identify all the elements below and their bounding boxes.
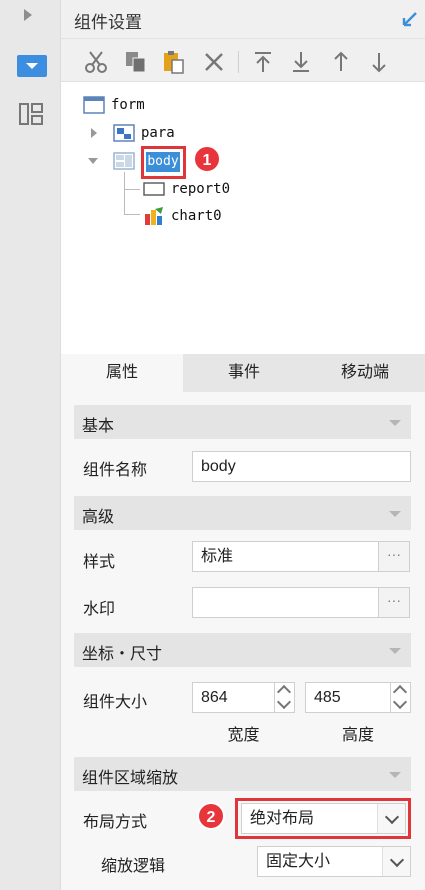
width-stepper[interactable] <box>275 682 295 713</box>
watermark-label: 水印 <box>83 601 116 618</box>
section-title: 组件区域缩放 <box>82 770 179 787</box>
tree-node-label: para <box>141 125 175 141</box>
collapse-caret-icon[interactable] <box>88 158 98 164</box>
left-rail <box>0 0 61 890</box>
style-label: 样式 <box>83 554 116 571</box>
layout-icon[interactable] <box>19 102 43 126</box>
delete-icon[interactable] <box>201 49 227 75</box>
tree-node-chart0[interactable]: chart0 <box>143 205 273 227</box>
component-name-label: 组件名称 <box>83 462 148 479</box>
component-settings-panel: 组件设置 form para body 1 report0 chart0 属性 … <box>61 0 425 890</box>
tab-events[interactable]: 事件 <box>183 354 305 392</box>
tab-mobile[interactable]: 移动端 <box>305 354 425 392</box>
layout-mode-label: 布局方式 <box>83 814 148 831</box>
callout-badge-1: 1 <box>193 145 221 173</box>
move-top-icon[interactable] <box>250 49 276 75</box>
tree-node-para[interactable]: para <box>113 122 213 144</box>
move-up-icon[interactable] <box>328 49 354 75</box>
tree-node-body[interactable]: body <box>146 152 180 172</box>
body-layout-icon <box>113 152 135 170</box>
style-input[interactable]: 标准 <box>192 541 379 572</box>
style-more-button[interactable]: ··· <box>379 541 410 572</box>
section-zoom[interactable]: 组件区域缩放 <box>74 757 411 791</box>
cut-icon[interactable] <box>83 49 109 75</box>
property-tabs: 属性 事件 移动端 <box>61 354 425 392</box>
component-name-input[interactable]: body <box>192 451 411 482</box>
component-settings-icon[interactable] <box>17 55 47 77</box>
tree-node-report0[interactable]: report0 <box>143 178 273 200</box>
chevron-down-icon[interactable] <box>377 804 405 833</box>
watermark-more-button[interactable]: ··· <box>379 587 410 618</box>
width-caption: 宽度 <box>227 727 260 744</box>
scale-logic-select[interactable]: 固定大小 <box>257 846 411 877</box>
tree-connector <box>124 189 140 190</box>
section-collapse-icon[interactable] <box>389 511 401 517</box>
form-icon <box>83 96 105 114</box>
height-caption: 高度 <box>341 727 374 744</box>
panel-title: 组件设置 <box>74 13 142 32</box>
tab-properties[interactable]: 属性 <box>61 354 183 392</box>
section-collapse-icon[interactable] <box>389 772 401 778</box>
scale-logic-label: 缩放逻辑 <box>101 858 166 875</box>
section-collapse-icon[interactable] <box>389 420 401 426</box>
callout-badge-2: 2 <box>197 802 225 830</box>
layout-mode-value: 绝对布局 <box>250 810 315 827</box>
component-tree: form para body 1 report0 chart0 <box>61 82 425 354</box>
section-collapse-icon[interactable] <box>389 648 401 654</box>
tree-node-label: chart0 <box>171 208 222 224</box>
section-title: 坐标・尺寸 <box>82 646 163 663</box>
paste-icon[interactable] <box>161 49 187 75</box>
parameter-panel-icon <box>113 124 135 142</box>
move-down-icon[interactable] <box>366 49 392 75</box>
panel-header: 组件设置 <box>61 0 425 38</box>
report-icon <box>143 182 165 196</box>
tree-node-label: report0 <box>171 181 231 197</box>
tree-node-label: form <box>111 97 145 113</box>
section-coordinates-size[interactable]: 坐标・尺寸 <box>74 633 411 667</box>
move-bottom-icon[interactable] <box>288 49 314 75</box>
copy-icon[interactable] <box>123 49 149 75</box>
scale-logic-value: 固定大小 <box>266 853 331 870</box>
section-title: 基本 <box>82 418 115 435</box>
tree-connector <box>124 172 125 214</box>
chevron-down-icon[interactable] <box>276 694 292 710</box>
layout-mode-select[interactable]: 绝对布局 <box>241 803 406 834</box>
chart-icon <box>145 207 163 225</box>
section-advanced[interactable]: 高级 <box>74 496 411 530</box>
toolbar <box>61 38 425 82</box>
section-basic[interactable]: 基本 <box>74 405 411 439</box>
section-title: 高级 <box>82 509 115 526</box>
height-stepper[interactable] <box>391 682 411 713</box>
expand-arrow-icon[interactable] <box>24 9 32 21</box>
tree-connector <box>124 214 140 215</box>
component-size-label: 组件大小 <box>83 694 148 711</box>
height-input[interactable]: 485 <box>305 682 391 713</box>
expand-caret-icon[interactable] <box>91 128 97 138</box>
watermark-input[interactable] <box>192 587 379 618</box>
tree-node-form[interactable]: form <box>83 94 183 116</box>
chevron-down-icon[interactable] <box>392 694 408 710</box>
chevron-down-icon[interactable] <box>382 847 410 876</box>
width-input[interactable]: 864 <box>192 682 275 713</box>
collapse-icon[interactable] <box>401 10 419 28</box>
toolbar-separator <box>238 51 239 73</box>
